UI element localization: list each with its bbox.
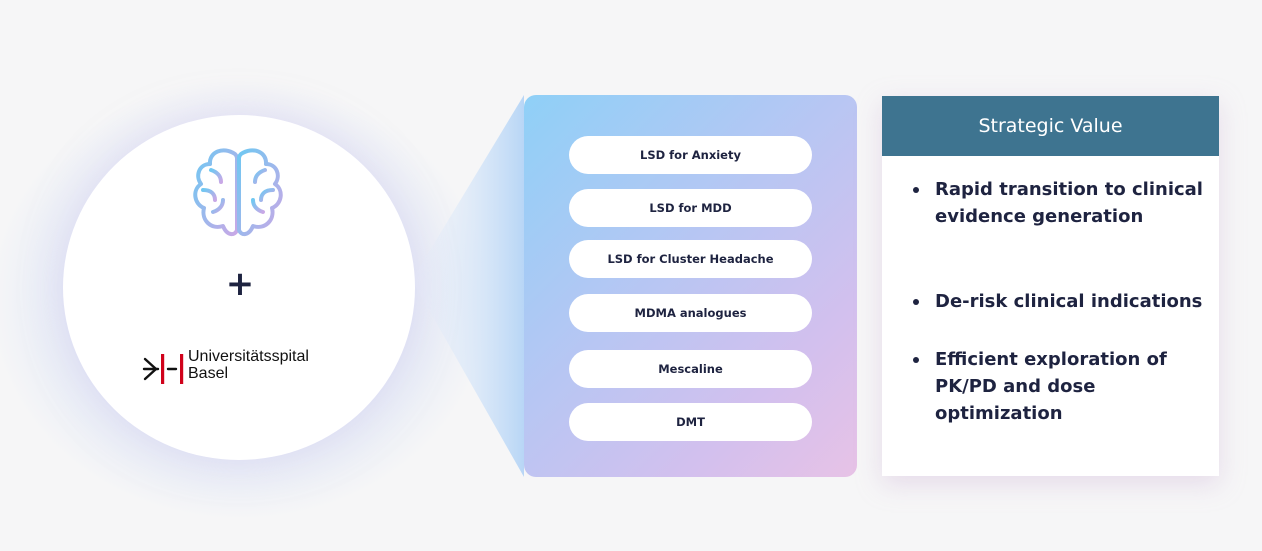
universitatsspital-basel-logo: Universitätsspital Basel (142, 348, 362, 392)
plus-sign: + (225, 264, 255, 304)
indication-pill: LSD for MDD (569, 189, 812, 227)
logo-text: Universitätsspital Basel (188, 348, 309, 382)
indication-pill: LSD for Cluster Headache (569, 240, 812, 278)
strategic-value-title: Strategic Value (882, 96, 1219, 156)
brain-icon (193, 148, 283, 237)
logo-line-2: Basel (188, 365, 229, 382)
indication-pill: MDMA analogues (569, 294, 812, 332)
indication-pill: LSD for Anxiety (569, 136, 812, 174)
indication-pill: DMT (569, 403, 812, 441)
indication-pill: Mescaline (569, 350, 812, 388)
basel-logo-mark-icon (142, 354, 184, 384)
bullet-dot (913, 187, 919, 193)
strategic-value-bullet: Rapid transition to clinical evidence ge… (935, 179, 1203, 227)
logo-line-1: Universitätsspital (188, 348, 309, 365)
strategic-value-bullet: Efficient exploration of PK/PD and dose … (935, 349, 1167, 424)
strategic-value-bullet: De-risk clinical indications (935, 291, 1203, 312)
strategic-value-card: Strategic Value Rapid transition to clin… (882, 96, 1219, 476)
bullet-dot (913, 299, 919, 305)
bullet-dot (913, 357, 919, 363)
